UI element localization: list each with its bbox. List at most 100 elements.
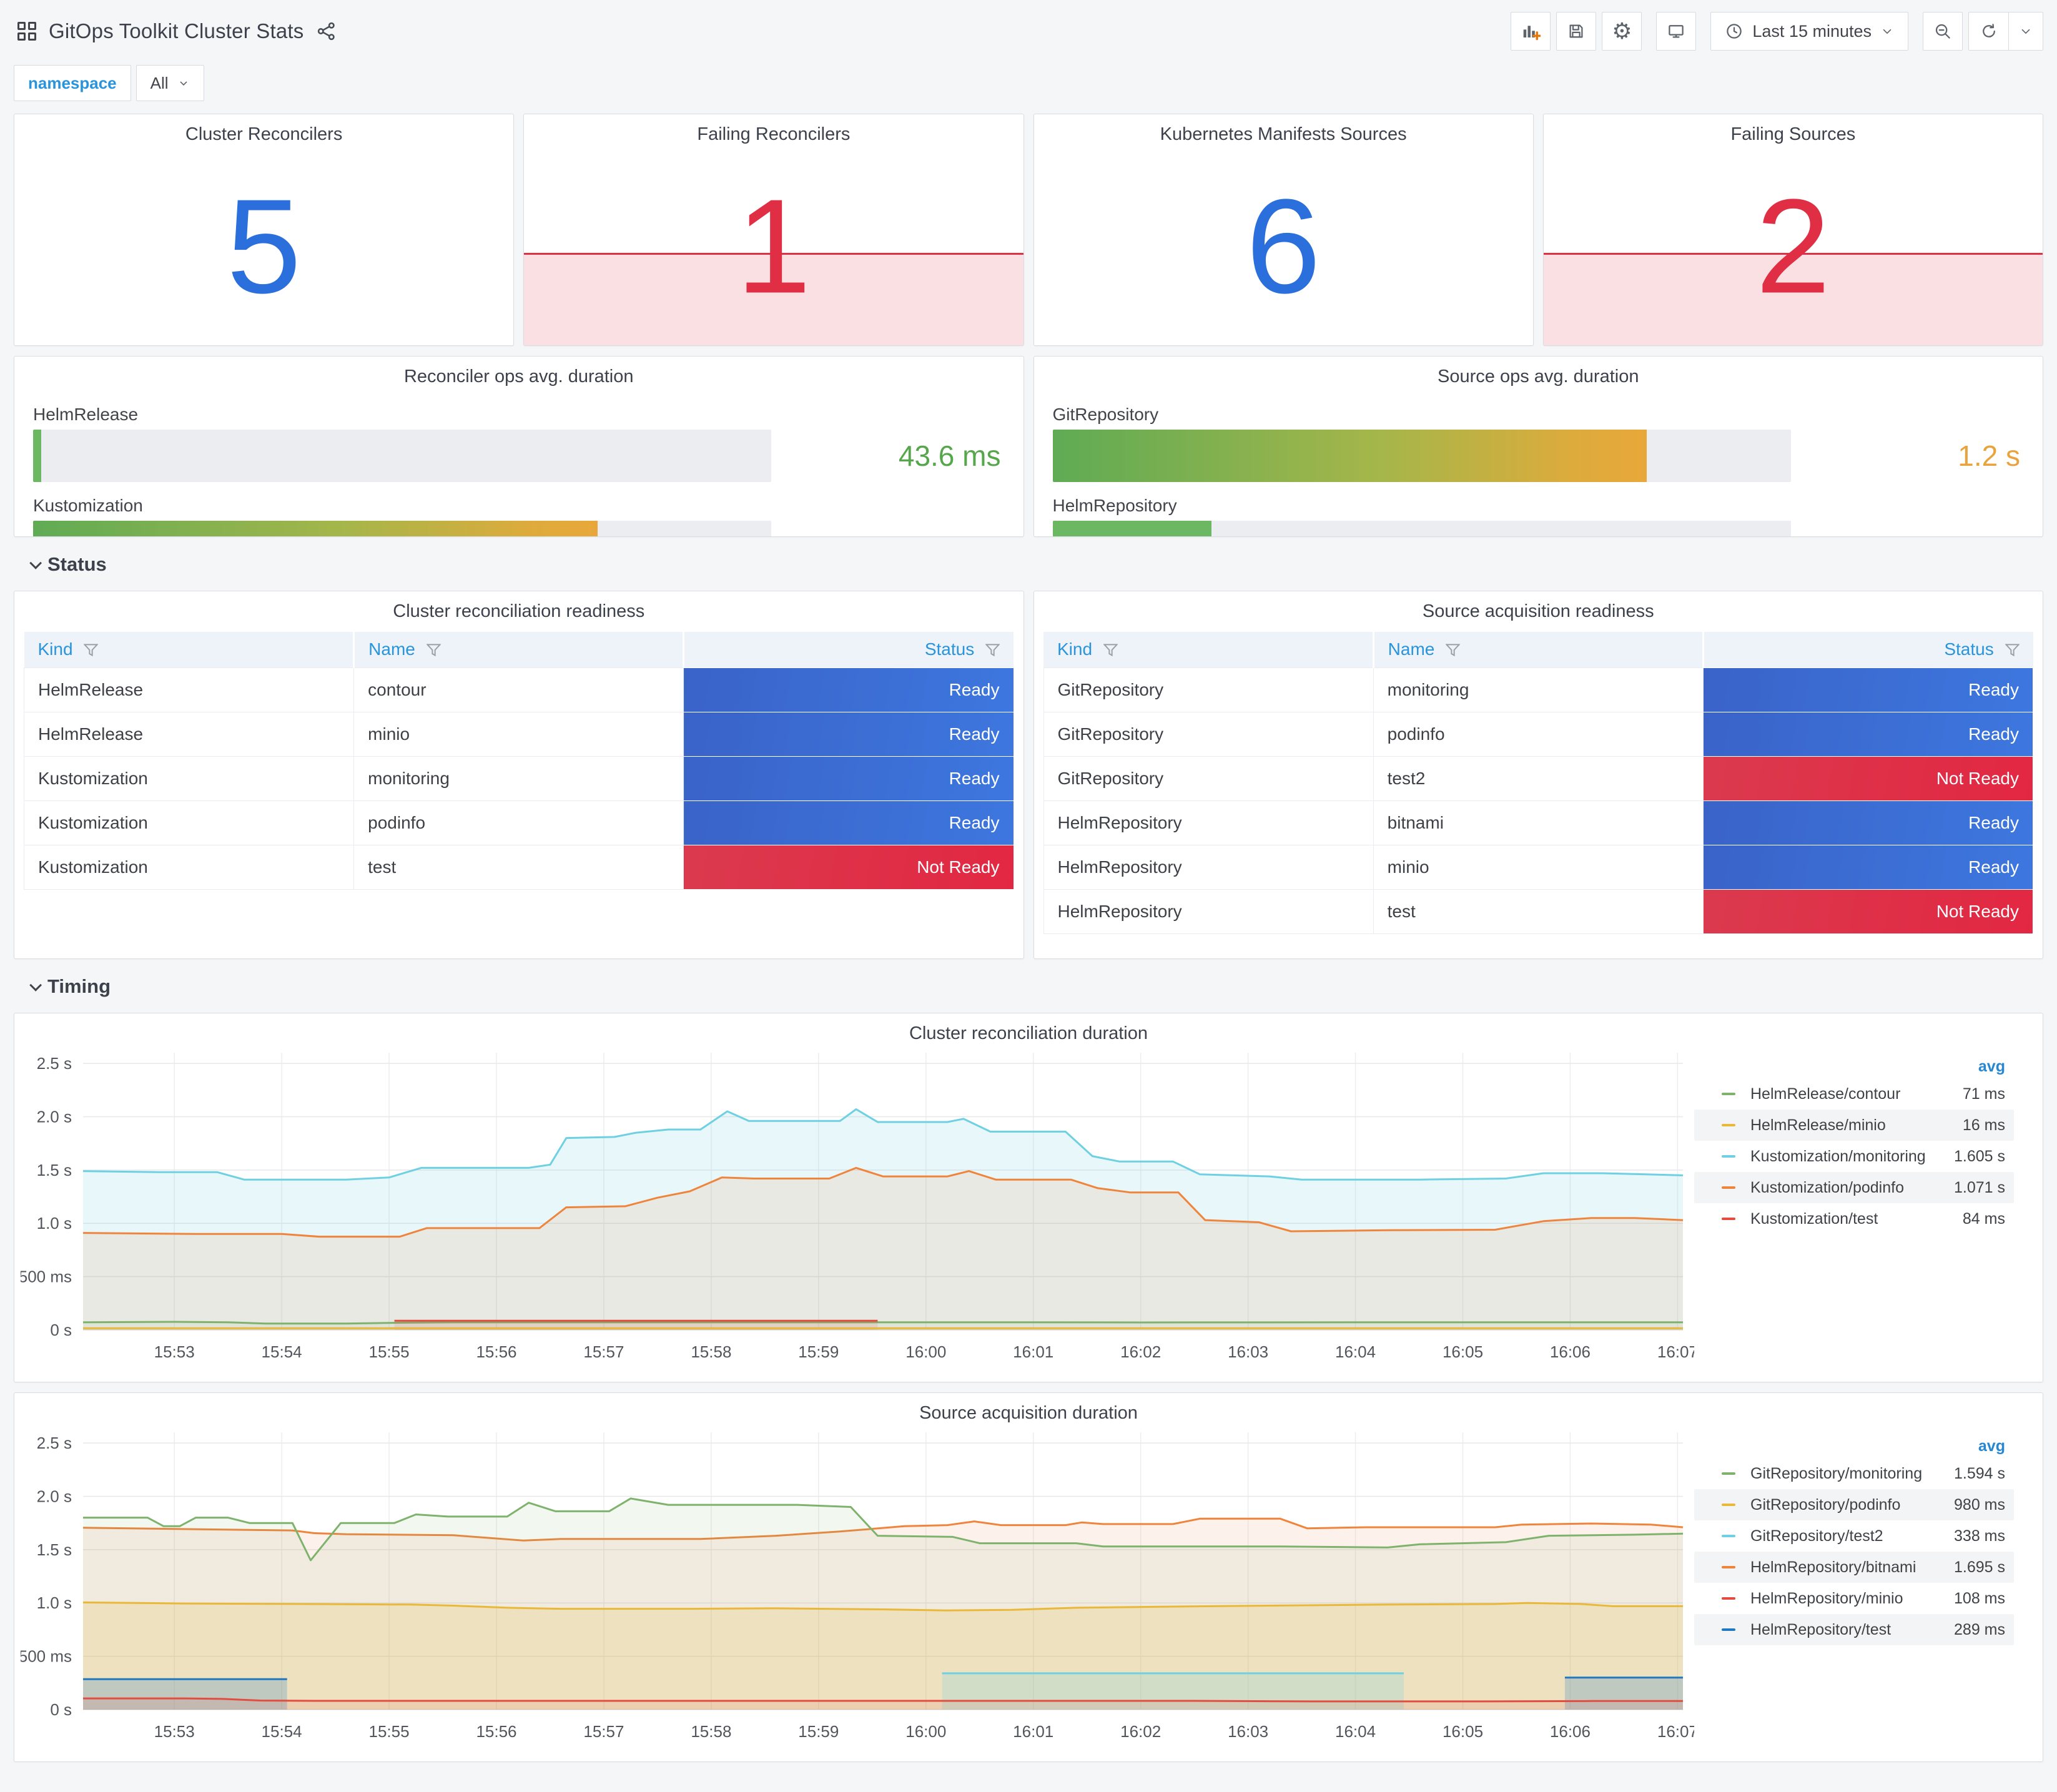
stat-panel-failing-sources[interactable]: Failing Sources 2 [1542, 114, 2043, 346]
filter-funnel-icon[interactable] [1103, 644, 1118, 657]
variable-namespace-dropdown[interactable]: All [136, 65, 204, 101]
panel-title: Reconciler ops avg. duration [403, 367, 634, 386]
panel-title: Cluster reconciliation duration [909, 1023, 1148, 1043]
cell-name: monitoring [1373, 667, 1704, 712]
table-row[interactable]: Kustomization podinfo Ready [23, 800, 1014, 845]
cell-name: test [353, 844, 684, 890]
legend-avg-header[interactable]: avg [1694, 1058, 2014, 1076]
dashboards-grid-icon[interactable] [17, 22, 36, 41]
table-row[interactable]: HelmRepository test Not Ready [1043, 889, 2034, 934]
svg-text:1.0 s: 1.0 s [37, 1214, 72, 1233]
cell-kind: HelmRepository [1043, 800, 1374, 845]
gauge-fill [1052, 521, 1211, 536]
filter-funnel-icon[interactable] [425, 644, 441, 657]
svg-text:16:04: 16:04 [1335, 1722, 1376, 1741]
filter-funnel-icon[interactable] [985, 644, 1000, 657]
legend-item[interactable]: Kustomization/monitoring 1.605 s [1694, 1141, 2014, 1172]
variable-namespace-label[interactable]: namespace [14, 65, 131, 101]
svg-text:15:59: 15:59 [798, 1722, 839, 1741]
cell-kind: GitRepository [1043, 711, 1374, 757]
stat-panel-kubernetes-manifests-sources[interactable]: Kubernetes Manifests Sources 6 [1033, 114, 1534, 346]
legend-item[interactable]: HelmRepository/minio 108 ms [1694, 1583, 2014, 1614]
series-name: HelmRepository/minio [1750, 1589, 1903, 1607]
legend-item[interactable]: HelmRepository/test 289 ms [1694, 1614, 2014, 1645]
status-badge: Not Ready [1702, 889, 2034, 934]
column-header-name[interactable]: Name [353, 632, 685, 667]
legend-item[interactable]: HelmRelease/minio 16 ms [1694, 1110, 2014, 1141]
chevron-down-icon [2021, 29, 2030, 34]
series-avg-value: 84 ms [1962, 1209, 2005, 1228]
refresh-interval-dropdown[interactable] [2008, 12, 2043, 51]
section-header-timing[interactable]: Timing [29, 969, 2043, 1004]
bar-gauge: 1.3 s [33, 521, 1005, 536]
stat-value: 2 [1755, 170, 1831, 322]
time-series-plot[interactable]: 15:53 15:54 15:55 15:56 15:57 15:58 15:59 16:00… [19, 1424, 1698, 1751]
series-name: Kustomization/monitoring [1750, 1147, 1926, 1165]
table-row[interactable]: Kustomization monitoring Ready [23, 756, 1014, 801]
gauge-track [1052, 521, 1791, 536]
svg-text:16:02: 16:02 [1120, 1722, 1161, 1741]
stats-row: Cluster Reconcilers 5 Failing Reconciler… [14, 114, 2043, 346]
table-row[interactable]: GitRepository monitoring Ready [1043, 667, 2034, 712]
table-row[interactable]: HelmRepository bitnami Ready [1043, 800, 2034, 845]
legend-item[interactable]: Kustomization/test 84 ms [1694, 1203, 2014, 1234]
share-icon[interactable] [316, 21, 337, 42]
svg-text:0 s: 0 s [50, 1321, 72, 1339]
svg-text:15:54: 15:54 [262, 1342, 302, 1361]
svg-text:2.0 s: 2.0 s [37, 1107, 72, 1126]
cell-name: contour [353, 667, 684, 712]
table-row[interactable]: GitRepository podinfo Ready [1043, 711, 2034, 757]
svg-text:15:56: 15:56 [476, 1342, 516, 1361]
table-row[interactable]: GitRepository test2 Not Ready [1043, 756, 2034, 801]
gauge-track [1052, 430, 1791, 482]
legend-item[interactable]: Kustomization/podinfo 1.071 s [1694, 1172, 2014, 1203]
legend-item[interactable]: HelmRelease/contour 71 ms [1694, 1078, 2014, 1110]
status-badge: Ready [1702, 800, 2034, 845]
time-series-plot[interactable]: 15:53 15:54 15:55 15:56 15:57 15:58 15:59 16:00… [19, 1044, 1698, 1372]
time-range-picker[interactable]: Last 15 minutes [1710, 12, 1908, 51]
table-row[interactable]: Kustomization test Not Ready [23, 844, 1014, 890]
stat-panel-failing-reconcilers[interactable]: Failing Reconcilers 1 [523, 114, 1024, 346]
refresh-button[interactable] [1968, 12, 2008, 51]
series-color-swatch [1722, 1155, 1735, 1158]
column-header-kind[interactable]: Kind [24, 632, 355, 667]
gauge-fill [1052, 430, 1647, 482]
legend-item[interactable]: HelmRepository/bitnami 1.695 s [1694, 1552, 2014, 1583]
chevron-down-icon [1883, 29, 1892, 34]
panel-cluster-reconciliation-duration[interactable]: Cluster reconciliation duration 15:53 15:… [14, 1013, 2043, 1382]
svg-text:15:55: 15:55 [369, 1342, 410, 1361]
panel-source-acquisition-duration[interactable]: Source acquisition duration 15:53 15:54 15… [14, 1392, 2043, 1762]
filter-funnel-icon[interactable] [2004, 644, 2020, 657]
gauge-value: 43.6 ms [898, 440, 1001, 472]
table-header-row: Kind Name Status [24, 632, 1014, 667]
series-avg-value: 1.605 s [1953, 1147, 2005, 1165]
panel-reconciler-ops-avg-duration[interactable]: Reconciler ops avg. duration HelmRelease… [14, 356, 1024, 537]
legend-item[interactable]: GitRepository/test2 338 ms [1694, 1520, 2014, 1552]
panel-cluster-reconciliation-readiness[interactable]: Cluster reconciliation readiness Kind Na… [14, 591, 1024, 959]
settings-gear-button[interactable]: ⚙ [1602, 12, 1642, 51]
column-header-kind[interactable]: Kind [1043, 632, 1374, 667]
chart-legend: avg HelmRelease/contour 71 ms HelmReleas… [1694, 1058, 2031, 1372]
panel-source-acquisition-readiness[interactable]: Source acquisition readiness Kind Name S… [1033, 591, 2043, 959]
column-header-status[interactable]: Status [683, 632, 1014, 667]
zoom-out-button[interactable] [1923, 12, 1963, 51]
column-header-status[interactable]: Status [1703, 632, 2033, 667]
filter-funnel-icon[interactable] [1445, 644, 1461, 657]
svg-text:16:06: 16:06 [1550, 1342, 1591, 1361]
legend-avg-header[interactable]: avg [1694, 1437, 2014, 1455]
filter-funnel-icon[interactable] [83, 644, 99, 657]
section-header-status[interactable]: Status [29, 547, 2043, 582]
tv-mode-button[interactable] [1656, 12, 1697, 51]
stat-panel-cluster-reconcilers[interactable]: Cluster Reconcilers 5 [14, 114, 515, 346]
panel-source-ops-avg-duration[interactable]: Source ops avg. duration GitRepository 1… [1033, 356, 2043, 537]
save-dashboard-button[interactable] [1556, 12, 1597, 51]
legend-item[interactable]: GitRepository/podinfo 980 ms [1694, 1489, 2014, 1520]
column-header-name[interactable]: Name [1373, 632, 1704, 667]
legend-item[interactable]: GitRepository/monitoring 1.594 s [1694, 1458, 2014, 1489]
table-row[interactable]: HelmRelease contour Ready [23, 667, 1014, 712]
svg-text:16:07: 16:07 [1657, 1342, 1694, 1361]
add-panel-button[interactable] [1511, 12, 1551, 51]
table-row[interactable]: HelmRepository minio Ready [1043, 844, 2034, 890]
table-row[interactable]: HelmRelease minio Ready [23, 711, 1014, 757]
gauge-track [33, 521, 772, 536]
